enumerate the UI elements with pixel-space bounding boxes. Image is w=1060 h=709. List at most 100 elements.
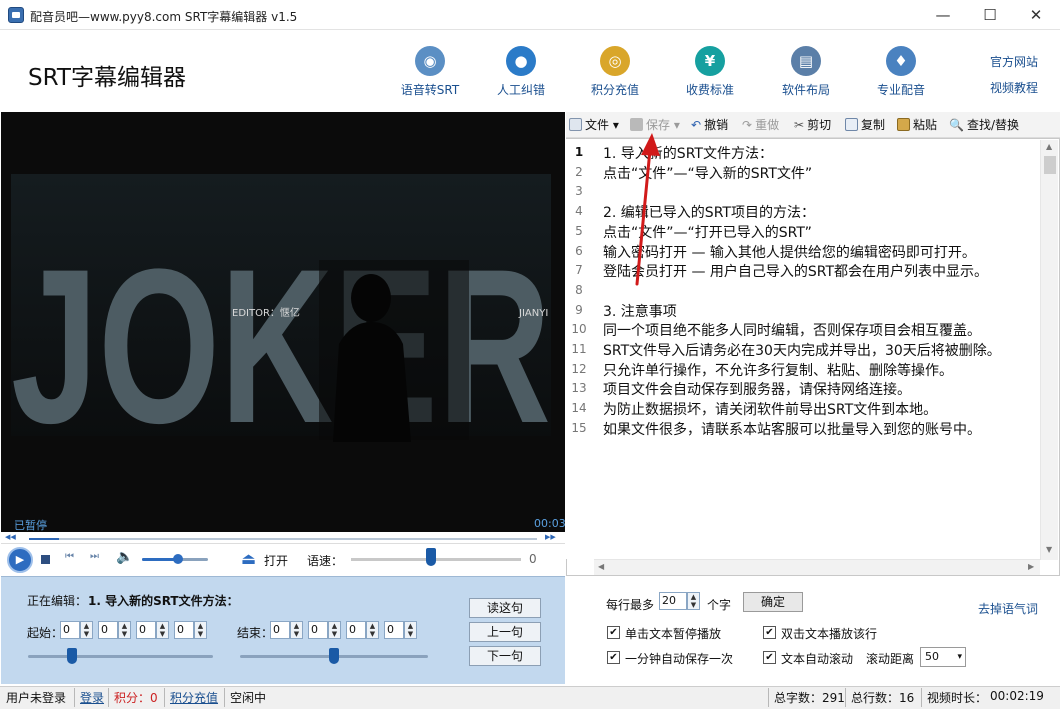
editor-line[interactable]: 同一个项目绝不能多人同时编辑，否则保存项目会相互覆盖。 [603, 320, 981, 340]
end-time-spinner[interactable]: ▲▼ [366, 621, 379, 639]
end-time-spinner[interactable]: ▲▼ [290, 621, 303, 639]
end-slider[interactable] [329, 648, 339, 664]
minimize-button[interactable]: — [920, 0, 966, 30]
official-site-link[interactable]: 官方网站 [990, 53, 1038, 70]
vertical-scroll-thumb[interactable] [1044, 156, 1056, 174]
brand-title: SRT字幕编辑器 [28, 58, 186, 92]
autosave-checkbox[interactable]: ✔ [607, 651, 620, 664]
editor-line[interactable]: 登陆会员打开 — 用户自己导入的SRT都会在用户列表中显示。 [603, 261, 988, 281]
status-divider [921, 688, 922, 707]
editor-line[interactable]: 1. 导入新的SRT文件方法： [603, 143, 773, 163]
confirm-button[interactable]: 确定 [743, 592, 803, 612]
paste-button[interactable]: 粘贴 [897, 116, 937, 133]
end-time-spinner[interactable]: ▲▼ [404, 621, 417, 639]
video-tutorial-link[interactable]: 视频教程 [990, 79, 1038, 96]
dblclick-play-checkbox[interactable]: ✔ [763, 626, 776, 639]
end-time-field[interactable]: 0 [346, 621, 366, 639]
start-time-field[interactable]: 0 [98, 621, 118, 639]
editor-line[interactable]: 点击“文件”—“打开已导入的SRT” [603, 222, 812, 242]
cut-button[interactable]: ✂剪切 [794, 116, 831, 133]
end-time-field[interactable]: 0 [270, 621, 290, 639]
play-icon[interactable]: ▶ [7, 547, 33, 573]
start-slider[interactable] [67, 648, 77, 664]
pause-on-click-checkbox[interactable]: ✔ [607, 626, 620, 639]
seek-bar[interactable]: ◀◀ ▶▶ [1, 532, 565, 544]
editor-line[interactable]: 只允许单行操作，不允许多行复制、粘贴、删除等操作。 [603, 360, 953, 380]
undo-button[interactable]: ↶撤销 [691, 116, 728, 133]
robot-icon: ◉ [415, 46, 445, 76]
open-button[interactable]: 打开 [264, 552, 288, 569]
speed-track[interactable] [351, 558, 521, 561]
start-time-spinner[interactable]: ▲▼ [194, 621, 207, 639]
previous-icon[interactable]: ⏮ [65, 551, 74, 562]
editor-line[interactable]: 2. 编辑已导入的SRT项目的方法： [603, 202, 815, 222]
previous-sentence-button[interactable]: 上一句 [469, 622, 541, 642]
autoscroll-checkbox[interactable]: ✔ [763, 651, 776, 664]
maximize-button[interactable]: ☐ [967, 0, 1013, 30]
start-time-label: 起始： [27, 624, 63, 641]
volume-knob[interactable] [173, 554, 183, 564]
seek-back-icon[interactable]: ◀◀ [5, 533, 16, 541]
volume-icon[interactable]: 🔈 [116, 549, 133, 565]
start-time-field[interactable]: 0 [60, 621, 80, 639]
start-time-spinner[interactable]: ▲▼ [80, 621, 93, 639]
search-icon: 🔍 [949, 118, 964, 132]
read-sentence-button[interactable]: 读这句 [469, 598, 541, 618]
scroll-distance-select[interactable]: 50▾ [920, 647, 966, 667]
app-icon [8, 7, 24, 23]
video-frame: JOKER EDITOR：惬亿 JIANYI [1, 112, 565, 532]
video-player[interactable]: JOKER EDITOR：惬亿 JIANYI [1, 112, 565, 532]
total-chars: 总字数：291 [774, 689, 845, 706]
editor-line[interactable]: 点击“文件”—“导入新的SRT文件” [603, 163, 812, 183]
seek-progress [29, 538, 59, 540]
editor-line[interactable]: 项目文件会自动保存到服务器，请保持网络连接。 [603, 379, 911, 399]
stop-icon[interactable] [41, 555, 50, 564]
start-time-field[interactable]: 0 [136, 621, 156, 639]
next-icon[interactable]: ⏭ [90, 551, 99, 562]
end-time-spinner[interactable]: ▲▼ [328, 621, 341, 639]
start-time-field[interactable]: 0 [174, 621, 194, 639]
coins-icon: ◎ [600, 46, 630, 76]
close-button[interactable]: ✕ [1013, 0, 1059, 30]
save-button[interactable]: 保存 ▾ [630, 116, 680, 133]
find-replace-button[interactable]: 🔍查找/替换 [949, 116, 1019, 133]
per-line-input[interactable]: 20 [659, 592, 687, 610]
header-button-0[interactable]: ◉语音转SRT [390, 46, 470, 102]
file-menu[interactable]: 文件 ▾ [569, 116, 619, 133]
start-slider-track[interactable] [28, 655, 213, 658]
autosave-label: 一分钟自动保存一次 [625, 650, 733, 667]
video-time: 00:03 [534, 517, 566, 530]
seek-forward-icon[interactable]: ▶▶ [545, 533, 556, 541]
status-divider [768, 688, 769, 707]
header-button-2[interactable]: ◎积分充值 [575, 46, 655, 102]
editor-line[interactable]: 输入密码打开 — 输入其他人提供给您的编辑密码即可打开。 [603, 242, 976, 262]
start-time-spinner[interactable]: ▲▼ [156, 621, 169, 639]
end-time-field[interactable]: 0 [308, 621, 328, 639]
next-sentence-button[interactable]: 下一句 [469, 646, 541, 666]
header-button-3[interactable]: ¥收费标准 [670, 46, 750, 102]
header-button-5[interactable]: ♦专业配音 [861, 46, 941, 102]
eject-icon[interactable]: ⏏ [241, 549, 256, 568]
per-line-spinner[interactable]: ▲▼ [687, 592, 700, 610]
recharge-link[interactable]: 积分充值 [170, 689, 218, 706]
remove-filler-link[interactable]: 去掉语气词 [978, 600, 1038, 617]
copy-button[interactable]: 复制 [845, 116, 885, 133]
editor-line[interactable]: 为防止数据损坏，请关闭软件前导出SRT文件到本地。 [603, 399, 937, 419]
seek-track[interactable] [29, 538, 537, 540]
horizontal-scrollbar[interactable]: ◀ ▶ [594, 559, 1040, 575]
header-button-4[interactable]: ▤软件布局 [766, 46, 846, 102]
end-time-field[interactable]: 0 [384, 621, 404, 639]
editor-line[interactable]: SRT文件导入后请务必在30天内完成并导出，30天后将被删除。 [603, 340, 1001, 360]
speed-slider[interactable] [426, 548, 436, 566]
editor-line[interactable]: 如果文件很多，请联系本站客服可以批量导入到您的账号中。 [603, 419, 981, 439]
login-link[interactable]: 登录 [80, 689, 104, 706]
header-button-1[interactable]: ●人工纠错 [481, 46, 561, 102]
save-label: 保存 [646, 118, 670, 132]
redo-button[interactable]: ↷重做 [742, 116, 779, 133]
vertical-scrollbar[interactable]: ▲ ▼ [1040, 140, 1058, 560]
line-number: 11 [566, 342, 592, 356]
undo-icon: ↶ [691, 118, 701, 132]
header-button-label: 专业配音 [861, 81, 941, 98]
start-time-spinner[interactable]: ▲▼ [118, 621, 131, 639]
editor-line[interactable]: 3. 注意事项 [603, 301, 677, 321]
